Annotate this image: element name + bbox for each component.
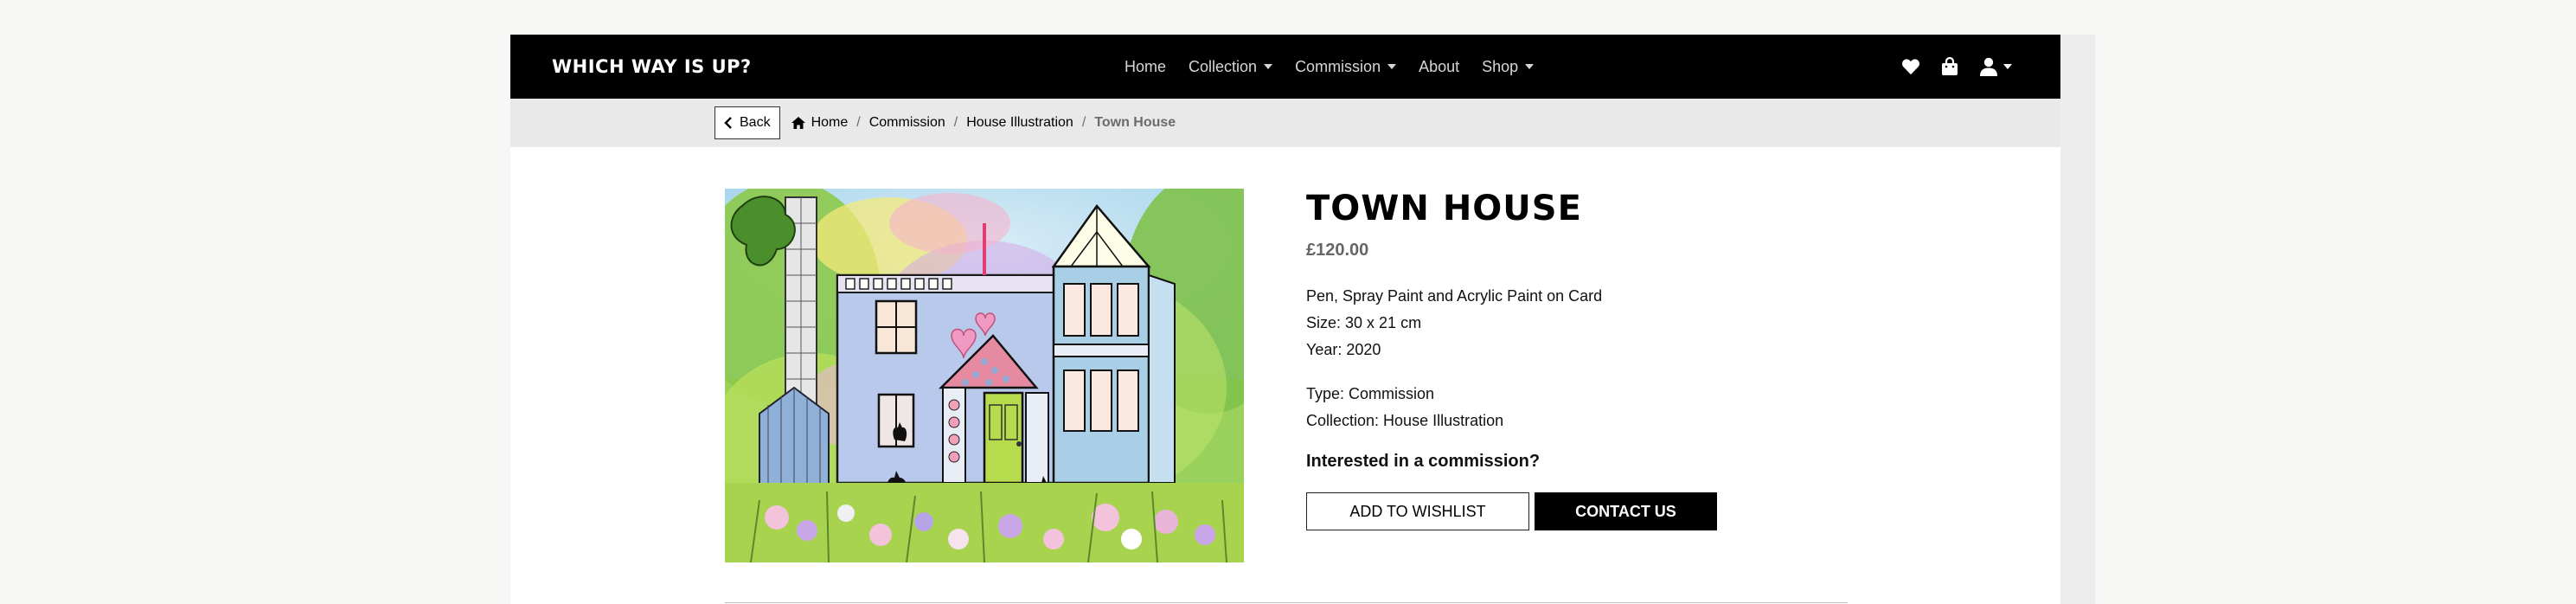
nav-links: Home Collection Commission About Shop: [1125, 35, 1535, 99]
product-meta: Type: Commission Collection: House Illus…: [1306, 381, 1912, 434]
nav-collection-dropdown[interactable]: Collection: [1189, 57, 1273, 76]
add-to-wishlist-button[interactable]: ADD TO WISHLIST: [1306, 492, 1529, 530]
nav-about[interactable]: About: [1419, 58, 1459, 76]
breadcrumb-collection[interactable]: House Illustration: [966, 115, 1073, 131]
breadcrumb-home-label: Home: [811, 115, 849, 130]
navbar: WHICH WAY IS UP? Home Collection Commiss…: [510, 35, 2060, 99]
chevron-left-icon: [724, 117, 732, 129]
home-icon: [791, 117, 805, 129]
contact-us-button[interactable]: CONTACT US: [1535, 492, 1717, 530]
artwork-image[interactable]: [725, 189, 1244, 562]
nav-home[interactable]: Home: [1125, 58, 1166, 76]
page: WHICH WAY IS UP? Home Collection Commiss…: [510, 35, 2060, 604]
product-year: Year: 2020: [1306, 341, 1381, 358]
nav-about-label: About: [1419, 57, 1460, 75]
breadcrumb: Back Home / Commission / House Illustrat…: [714, 99, 1176, 147]
product-type: Type: Commission: [1306, 385, 1435, 402]
caret-down-icon: [2003, 64, 2012, 69]
nav-shop-dropdown[interactable]: Shop: [1482, 57, 1535, 76]
cart-button[interactable]: [1941, 57, 1958, 76]
product-specs: Pen, Spray Paint and Acrylic Paint on Ca…: [1306, 283, 1912, 363]
product-details: TOWN HOUSE £120.00 Pen, Spray Paint and …: [1306, 189, 1912, 530]
brand-logo[interactable]: WHICH WAY IS UP?: [552, 35, 752, 99]
back-button[interactable]: Back: [714, 106, 780, 139]
breadcrumb-commission[interactable]: Commission: [869, 115, 945, 131]
caret-down-icon: [1264, 64, 1273, 69]
breadcrumb-separator: /: [953, 115, 958, 130]
product-title: TOWN HOUSE: [1306, 189, 1582, 228]
product-medium: Pen, Spray Paint and Acrylic Paint on Ca…: [1306, 287, 1603, 305]
page-gutter: [2060, 35, 2095, 604]
nav-collection-label: Collection: [1189, 57, 1258, 75]
back-label: Back: [740, 115, 771, 130]
product-size: Size: 30 x 21 cm: [1306, 314, 1422, 331]
caret-down-icon: [1525, 64, 1535, 69]
action-buttons: ADD TO WISHLIST CONTACT US: [1306, 492, 1912, 530]
nav-commission-label: Commission: [1295, 57, 1381, 75]
product-collection: Collection: House Illustration: [1306, 412, 1504, 429]
breadcrumb-home[interactable]: Home: [791, 115, 849, 131]
breadcrumb-current: Town House: [1094, 115, 1176, 130]
account-dropdown[interactable]: [1979, 57, 2012, 76]
user-icon: [1980, 57, 1997, 76]
section-divider: [725, 602, 1848, 603]
shopping-bag-icon: [1942, 57, 1958, 75]
breadcrumb-separator: /: [1081, 115, 1086, 130]
town-house-illustration: [725, 189, 1244, 562]
nav-shop-label: Shop: [1482, 57, 1519, 75]
breadcrumb-bar: Back Home / Commission / House Illustrat…: [510, 99, 2060, 147]
breadcrumb-separator: /: [856, 115, 861, 130]
nav-icons: [1901, 35, 2012, 99]
nav-home-label: Home: [1125, 57, 1167, 75]
heart-icon: [1902, 59, 1919, 75]
commission-prompt: Interested in a commission?: [1306, 452, 1541, 471]
nav-commission-dropdown[interactable]: Commission: [1295, 57, 1397, 76]
caret-down-icon: [1387, 64, 1397, 69]
wishlist-button[interactable]: [1901, 58, 1920, 75]
product-price: £120.00: [1306, 241, 1369, 260]
